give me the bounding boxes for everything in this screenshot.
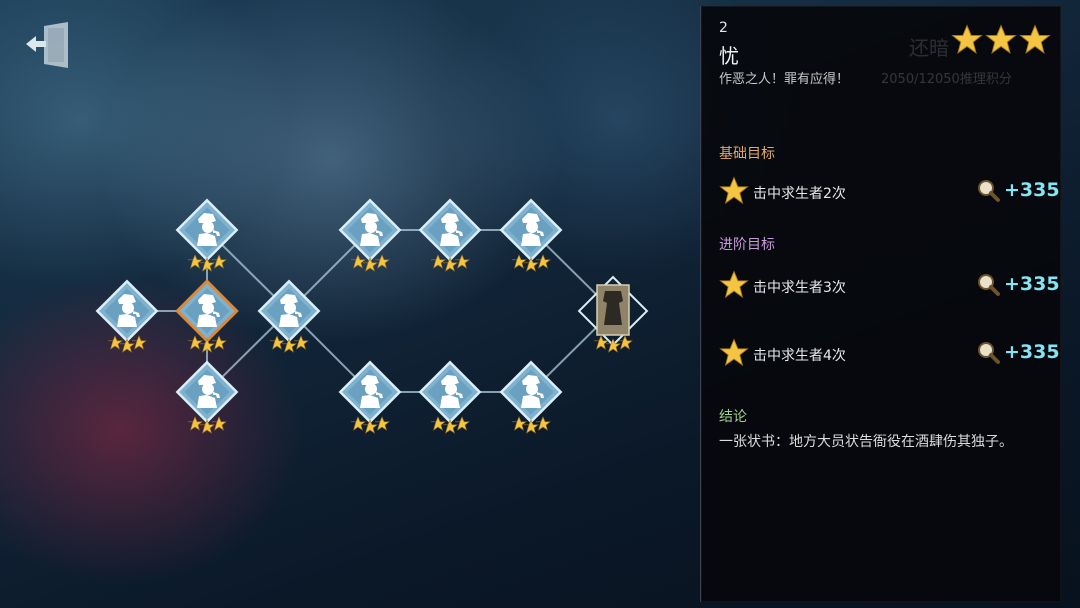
node-star-rating [511,254,551,272]
star-icon [511,416,527,431]
map-node-n3[interactable] [257,279,321,353]
node-star-rating [430,254,470,272]
level-title: 忧 [719,44,739,68]
star-icon [374,254,390,269]
basic-goals-heading: 基础目标 [719,146,775,162]
progress-map [95,198,649,434]
ghost-title: 还暗 [909,36,949,60]
star-icon [511,254,527,269]
goal-reward: +335 [1004,341,1060,363]
node-star-rating [350,416,390,434]
advanced-goals-heading: 进阶目标 [719,237,775,253]
star-icon [430,254,446,269]
node-star-rating [593,335,633,353]
star-icon [350,254,366,269]
level-star-rating [951,24,1051,56]
magnifier-icon [978,342,1000,364]
star-icon [131,335,147,350]
goal-row: 击中求生者2次 +335 [719,176,1060,208]
star-icon [719,338,749,367]
goal-row: 击中求生者3次 +335 [719,270,1060,302]
conclusion-heading: 结论 [719,409,747,425]
star-icon [187,335,203,350]
star-icon [187,416,203,431]
star-icon [293,335,309,350]
map-node-n4-top[interactable] [338,198,402,272]
star-icon [719,270,749,299]
node-star-rating [187,416,227,434]
goal-row: 击中求生者4次 +335 [719,338,1060,370]
level-subtitle: 作恶之人！罪有应得！ [719,72,850,87]
node-star-rating [350,254,390,272]
star-icon [211,416,227,431]
goal-reward: +335 [1004,273,1060,295]
goal-label: 击中求生者2次 [753,186,846,202]
star-icon [535,254,551,269]
map-node-n2-top[interactable] [175,198,239,272]
goal-label: 击中求生者3次 [753,280,846,296]
map-node-n2-mid[interactable] [175,279,239,353]
map-node-n5-bot[interactable] [418,360,482,434]
star-icon [350,416,366,431]
goal-reward: +335 [1004,179,1060,201]
node-star-rating [107,335,147,353]
node-star-rating [269,335,309,353]
conclusion-text: 一张状书：地方大员状告衙役在酒肆伤其独子。 [719,434,1013,450]
level-detail-panel: 2 忧 还暗 作恶之人！罪有应得！ 2050/12050推理积分 基础目标 击中… [700,6,1061,602]
node-star-rating [430,416,470,434]
star-icon [211,335,227,350]
star-icon [211,254,227,269]
star-icon [535,416,551,431]
node-star-rating [511,416,551,434]
goal-label: 击中求生者4次 [753,348,846,364]
star-icon [269,335,285,350]
star-icon [719,176,749,205]
map-node-n4-bot[interactable] [338,360,402,434]
star-icon [107,335,123,350]
map-node-n5-top[interactable] [418,198,482,272]
map-node-n6-top[interactable] [499,198,563,272]
magnifier-icon [978,180,1000,202]
magnifier-icon [978,274,1000,296]
star-icon [951,24,983,54]
level-number: 2 [719,20,728,36]
star-icon [1019,24,1051,54]
star-icon [454,416,470,431]
map-node-n6-bot[interactable] [499,360,563,434]
map-node-n2-bot[interactable] [175,360,239,434]
map-node-n1[interactable] [95,279,159,353]
star-icon [187,254,203,269]
star-icon [374,416,390,431]
star-icon [985,24,1017,54]
ghost-subtitle: 2050/12050推理积分 [881,72,1012,87]
star-icon [454,254,470,269]
star-icon [430,416,446,431]
